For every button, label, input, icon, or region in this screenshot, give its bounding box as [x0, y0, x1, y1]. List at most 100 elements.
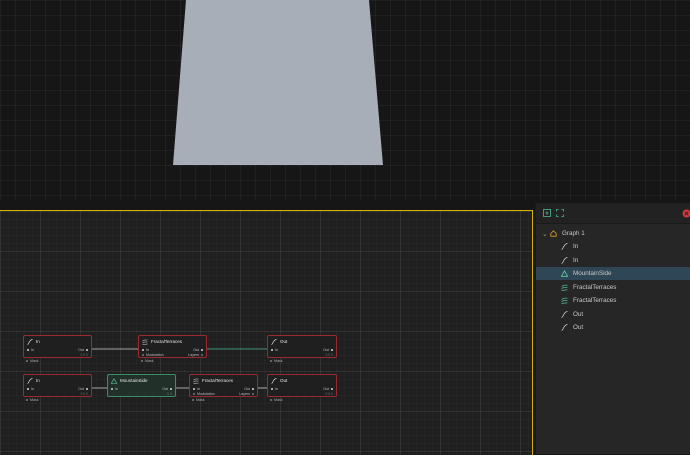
mask-port[interactable]	[26, 360, 28, 362]
port-label: Out	[78, 348, 84, 352]
output-port[interactable]	[201, 349, 203, 351]
port-label: Layers	[188, 353, 199, 357]
node-in-top[interactable]: In In Out 0 0 0 Mask	[23, 335, 92, 363]
tree-item-label: FractalTerraces	[573, 283, 617, 291]
tree-item-label: Out	[573, 310, 584, 318]
node-out-bottom[interactable]: Out In Out 0 0 0 Mask	[267, 374, 337, 402]
input-port[interactable]	[142, 349, 144, 351]
node-mountain-side[interactable]: MountainSide In Out 0 0	[107, 374, 176, 397]
input-port[interactable]	[27, 349, 29, 351]
port-label: In	[31, 387, 34, 391]
input-port[interactable]	[27, 388, 29, 390]
node-graph-canvas[interactable]: In In Out 0 0 0 Mask FractalTerraces In …	[0, 210, 533, 455]
tree-root-label: Graph 1	[562, 230, 585, 237]
expand-icon[interactable]	[542, 208, 552, 218]
mask-label: Mask	[274, 398, 283, 402]
port-label: In	[275, 387, 278, 391]
input-port[interactable]	[271, 349, 273, 351]
modulation-port[interactable]	[193, 393, 195, 395]
output-port[interactable]	[86, 388, 88, 390]
output-port[interactable]	[331, 388, 333, 390]
curve-icon	[561, 310, 568, 318]
terraces-icon	[561, 297, 568, 304]
node-title: FractalTerraces	[202, 378, 234, 383]
node-fractal-terraces-bottom[interactable]: FractalTerraces In Out Modulation Layers…	[189, 374, 258, 402]
3d-viewport[interactable]	[0, 0, 690, 200]
node-fractal-terraces-top[interactable]: FractalTerraces In Out Modulation Layers…	[138, 335, 207, 363]
node-value: 0 0	[167, 392, 172, 396]
node-out-top[interactable]: Out In Out 0 0 0 Mask	[267, 335, 337, 363]
graph-outline-panel: ⌄ Graph 1 In In MountainSide FractalTerrace…	[535, 203, 690, 454]
port-label: In	[31, 348, 34, 352]
port-label: Modulation	[146, 353, 164, 357]
port-label: Out	[323, 387, 329, 391]
node-value: 0 0 0	[325, 392, 333, 396]
fullscreen-icon[interactable]	[555, 208, 565, 218]
tree-item-fractalterraces[interactable]: FractalTerraces	[536, 281, 690, 294]
node-title: In	[36, 378, 40, 383]
mask-label: Mask	[274, 359, 283, 363]
mask-label: Mask	[30, 398, 39, 402]
terraces-icon	[193, 378, 199, 384]
node-title: Out	[280, 339, 288, 344]
output-port[interactable]	[331, 349, 333, 351]
tree-item-label: Out	[573, 324, 584, 331]
mask-port[interactable]	[192, 399, 194, 401]
port-label: Out	[193, 348, 199, 352]
terraces-icon	[561, 284, 568, 291]
tree-item-label: MountainSide	[573, 270, 612, 277]
output-port[interactable]	[86, 349, 88, 351]
mask-port[interactable]	[270, 399, 272, 401]
connection-wires	[90, 348, 269, 389]
output-port[interactable]	[170, 388, 172, 390]
tree-item-label: FractalTerraces	[573, 297, 617, 304]
mask-port[interactable]	[26, 399, 28, 401]
input-port[interactable]	[193, 388, 195, 390]
curve-icon	[561, 256, 568, 264]
close-icon[interactable]	[681, 208, 690, 218]
curve-icon	[561, 243, 568, 250]
curve-icon	[27, 377, 33, 384]
port-label: Out	[323, 348, 329, 352]
node-value: 0 0 0	[325, 353, 333, 357]
graph-home-icon	[550, 230, 557, 237]
node-title: FractalTerraces	[151, 339, 183, 344]
layers-port[interactable]	[252, 393, 254, 395]
curve-icon	[271, 338, 277, 345]
node-in-bottom[interactable]: In In Out 0 0 0 Mask	[23, 374, 92, 402]
port-label: Out	[78, 387, 84, 391]
chevron-down-icon[interactable]: ⌄	[542, 230, 550, 238]
mask-label: Mask	[30, 359, 39, 363]
port-label: In	[275, 348, 278, 352]
tree-item-out[interactable]: Out	[536, 321, 690, 334]
mountain-icon	[561, 270, 568, 277]
tree-item-fractalterraces[interactable]: FractalTerraces	[536, 294, 690, 307]
input-port[interactable]	[271, 388, 273, 390]
terraces-icon	[142, 339, 148, 345]
mask-port[interactable]	[270, 360, 272, 362]
port-label: Modulation	[197, 392, 215, 396]
tree-item-label: In	[573, 256, 579, 264]
tree-root-graph[interactable]: ⌄ Graph 1	[536, 227, 690, 240]
curve-icon	[561, 324, 568, 331]
tree-item-mountainside[interactable]: MountainSide	[536, 267, 690, 280]
port-label: Out	[244, 387, 250, 391]
port-label: In	[115, 387, 118, 391]
tree-item-in[interactable]: In	[536, 254, 690, 267]
output-port[interactable]	[252, 388, 254, 390]
modulation-port[interactable]	[142, 354, 144, 356]
node-title: In	[36, 339, 40, 344]
mountain-icon	[111, 377, 117, 384]
layers-port[interactable]	[201, 354, 203, 356]
tree-item-in[interactable]: In	[536, 240, 690, 253]
terrain-preview-plane	[173, 0, 383, 165]
node-value: 0 0 0	[80, 392, 88, 396]
input-port[interactable]	[111, 388, 113, 390]
port-label: Layers	[239, 392, 250, 396]
panel-toolbar	[536, 203, 690, 224]
mask-port[interactable]	[141, 360, 143, 362]
port-label: In	[146, 348, 149, 352]
tree-item-out[interactable]: Out	[536, 308, 690, 321]
node-title: MountainSide	[120, 378, 148, 383]
curve-icon	[271, 377, 277, 384]
